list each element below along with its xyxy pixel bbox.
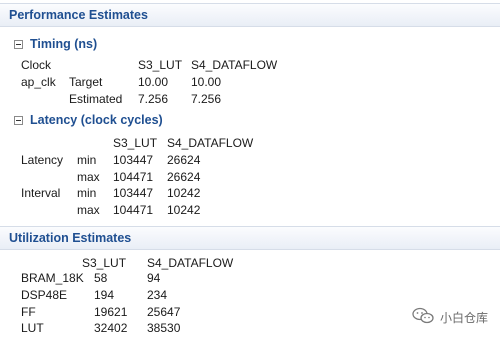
timing-s3-header: S3_LUT — [138, 58, 183, 72]
utilization-value: 194 — [94, 288, 115, 302]
utilization-value: 19621 — [94, 305, 128, 319]
utilization-s4-header: S4_DATAFLOW — [147, 256, 234, 270]
utilization-estimates-header[interactable]: Utilization Estimates — [0, 226, 500, 250]
latency-kind: max — [77, 203, 100, 217]
timing-estimated-s4: 7.256 — [191, 92, 222, 106]
latency-value: 26624 — [167, 153, 201, 167]
latency-s4-header: S4_DATAFLOW — [167, 136, 254, 150]
watermark-text: 小白仓库 — [439, 311, 488, 325]
latency-group-label: Interval — [21, 186, 61, 200]
utilization-value: 32402 — [94, 321, 128, 335]
performance-estimates-header[interactable]: Performance Estimates — [0, 3, 500, 27]
latency-value: 104471 — [113, 203, 154, 217]
utilization-value: 234 — [147, 288, 168, 302]
latency-kind: min — [77, 153, 97, 167]
latency-value: 10242 — [167, 186, 201, 200]
performance-estimates-title: Performance Estimates — [9, 8, 148, 22]
latency-value: 10242 — [167, 203, 201, 217]
timing-s4-header: S4_DATAFLOW — [191, 58, 278, 72]
utilization-resource-label: FF — [21, 305, 36, 319]
timing-clock-name: ap_clk — [21, 75, 56, 89]
utilization-resource-label: LUT — [21, 321, 44, 335]
timing-row-label: Target — [69, 75, 103, 89]
utilization-s3-header: S3_LUT — [82, 256, 127, 270]
timing-target-s3: 10.00 — [138, 75, 169, 89]
collapse-icon[interactable] — [14, 116, 23, 125]
timing-row-label: Estimated — [69, 92, 123, 106]
latency-value: 103447 — [113, 186, 154, 200]
utilization-value: 38530 — [147, 321, 181, 335]
latency-value: 26624 — [167, 170, 201, 184]
latency-group-label: Latency — [21, 153, 64, 167]
latency-value: 103447 — [113, 153, 154, 167]
wechat-icon — [412, 307, 434, 328]
latency-s3-header: S3_LUT — [113, 136, 158, 150]
timing-estimated-s3: 7.256 — [138, 92, 169, 106]
utilization-resource-label: BRAM_18K — [21, 271, 84, 285]
latency-kind: min — [77, 186, 97, 200]
watermark: 小白仓库 — [412, 307, 488, 328]
utilization-estimates-title: Utilization Estimates — [9, 231, 132, 245]
latency-kind: max — [77, 170, 100, 184]
collapse-icon[interactable] — [14, 40, 23, 49]
latency-value: 104471 — [113, 170, 154, 184]
utilization-resource-label: DSP48E — [21, 288, 68, 302]
utilization-value: 58 — [94, 271, 108, 285]
latency-section-title: Latency (clock cycles) — [30, 113, 163, 127]
utilization-value: 94 — [147, 271, 161, 285]
timing-section-title: Timing (ns) — [30, 37, 98, 51]
timing-clock-header: Clock — [21, 58, 52, 72]
utilization-value: 25647 — [147, 305, 181, 319]
timing-target-s4: 10.00 — [191, 75, 222, 89]
